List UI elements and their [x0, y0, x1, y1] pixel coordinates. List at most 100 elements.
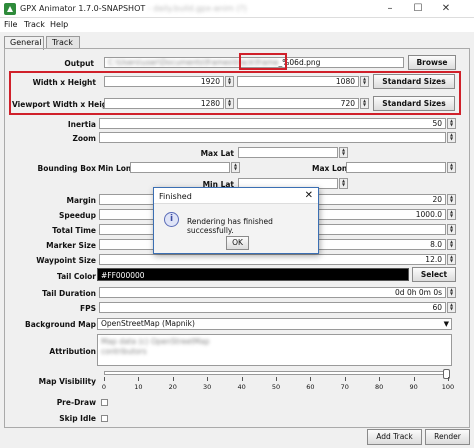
slider-tick [448, 377, 449, 381]
menu-help[interactable]: Help [50, 20, 68, 29]
slider-tick-label: 70 [340, 383, 349, 391]
slider-tick-label: 60 [306, 383, 315, 391]
total-time-spinner[interactable]: ▲ ▼ [447, 224, 456, 235]
max-lat-field[interactable] [238, 147, 338, 158]
viewport-standard-sizes-button[interactable]: Standard Sizes [373, 96, 455, 111]
waypoint-size-spinner[interactable]: ▲ ▼ [447, 254, 456, 265]
slider-tick-label: 40 [237, 383, 246, 391]
tail-color-label: Tail Color [56, 272, 96, 281]
slider-tick [104, 377, 105, 381]
menu-file[interactable]: File [4, 20, 17, 29]
width-field[interactable]: 1920 [104, 76, 224, 87]
background-map-select[interactable]: OpenStreetMap (Mapnik) ▼ [97, 318, 452, 330]
max-lat-spinner[interactable]: ▲ ▼ [339, 147, 348, 158]
slider-tick-label: 80 [375, 383, 384, 391]
height-spinner[interactable]: ▲ ▼ [360, 76, 369, 87]
dialog-title-bar: Finished ✕ [154, 188, 318, 204]
max-lat-label: Max Lat [200, 149, 234, 158]
skip-idle-checkbox[interactable] [101, 415, 108, 422]
min-lon-field[interactable] [130, 162, 230, 173]
speedup-label: Speedup [58, 211, 96, 220]
output-label: Output [64, 59, 94, 68]
slider-tick-label: 30 [203, 383, 212, 391]
width-spinner[interactable]: ▲ ▼ [225, 76, 234, 87]
close-icon[interactable]: ✕ [305, 190, 313, 201]
max-lon-label: Max Lon [312, 164, 348, 173]
dialog-title: Finished [159, 192, 192, 201]
speedup-spinner[interactable]: ▲ ▼ [447, 209, 456, 220]
slider-tick [344, 377, 346, 381]
marker-size-label: Marker Size [46, 241, 96, 250]
map-visibility-label: Map Visibility [38, 377, 96, 386]
slider-tick [138, 377, 140, 381]
fps-spinner[interactable]: ▲ ▼ [447, 302, 456, 313]
attribution-textarea[interactable]: Map data (c) OpenStreetMap contributors [97, 334, 452, 366]
viewport-width-field[interactable]: 1280 [104, 98, 224, 109]
tail-duration-field[interactable]: 0d 0h 0m 0s [99, 287, 446, 298]
zoom-label: Zoom [72, 134, 96, 143]
min-lat-spinner[interactable]: ▲ ▼ [339, 178, 348, 189]
add-track-button[interactable]: Add Track [367, 429, 422, 445]
select-color-button[interactable]: Select [412, 267, 456, 282]
slider-tick-label: 100 [441, 383, 455, 391]
standard-sizes-button[interactable]: Standard Sizes [373, 74, 455, 89]
render-button[interactable]: Render [425, 429, 470, 445]
browse-button[interactable]: Browse [408, 55, 456, 70]
bounding-box-label: Bounding Box [37, 164, 96, 173]
waypoint-size-label: Waypoint Size [36, 256, 96, 265]
slider-tick-label: 50 [271, 383, 281, 391]
menu-bar: File Track Help [0, 18, 474, 32]
slider-tick [310, 377, 312, 381]
margin-label: Margin [66, 196, 96, 205]
width-height-label: Width x Height [32, 78, 96, 87]
menu-track[interactable]: Track [24, 20, 45, 29]
viewport-label: Viewport Width x Height [12, 100, 117, 109]
height-field[interactable]: 1080 [237, 76, 359, 87]
slider-tick [276, 377, 277, 381]
slider-tick [241, 377, 243, 381]
background-map-label: Background Map [25, 320, 96, 329]
min-lon-spinner[interactable]: ▲ ▼ [231, 162, 240, 173]
margin-spinner[interactable]: ▲ ▼ [447, 194, 456, 205]
fps-field[interactable]: 60 [99, 302, 446, 313]
zoom-spinner[interactable]: ▲ ▼ [447, 132, 456, 143]
attribution-label: Attribution [49, 347, 96, 356]
slider-tick-label: 10 [134, 383, 143, 391]
info-icon: i [164, 212, 179, 227]
ok-button[interactable]: OK [226, 236, 249, 250]
minimize-icon[interactable]: – [376, 1, 404, 17]
inertia-field[interactable]: 50 [99, 118, 446, 129]
slider-tick [379, 377, 381, 381]
app-icon [4, 3, 16, 15]
dialog-message: Rendering has finished successfully. [187, 217, 273, 235]
slider-tick-label: 20 [168, 383, 177, 391]
viewport-width-spinner[interactable]: ▲ ▼ [225, 98, 234, 109]
pre-draw-checkbox[interactable] [101, 399, 108, 406]
min-lon-label: Min Lon [98, 164, 132, 173]
title-bar: GPX Animator 1.7.0-SNAPSHOT - daily.buil… [0, 0, 474, 18]
inertia-spinner[interactable]: ▲ ▼ [447, 118, 456, 129]
output-highlight [239, 53, 287, 70]
total-time-label: Total Time [52, 226, 96, 235]
map-visibility-slider[interactable] [104, 369, 450, 379]
slider-tick-label: 90 [409, 383, 418, 391]
zoom-field[interactable] [99, 132, 446, 143]
inertia-label: Inertia [67, 120, 96, 129]
close-icon[interactable]: ✕ [432, 1, 460, 17]
slider-tick-label: 0 [101, 383, 107, 391]
max-lon-field[interactable] [346, 162, 446, 173]
pre-draw-label: Pre-Draw [56, 398, 96, 407]
viewport-height-spinner[interactable]: ▲ ▼ [360, 98, 369, 109]
window-title: GPX Animator 1.7.0-SNAPSHOT - daily.buil… [20, 4, 247, 13]
viewport-height-field[interactable]: 720 [237, 98, 359, 109]
marker-size-spinner[interactable]: ▲ ▼ [447, 239, 456, 250]
tail-color-field[interactable]: #FF000000 [97, 268, 409, 281]
skip-idle-label: Skip Idle [59, 414, 96, 423]
chevron-down-icon: ▼ [443, 320, 449, 328]
fps-label: FPS [79, 304, 96, 313]
maximize-icon[interactable]: ☐ [404, 1, 432, 17]
max-lon-spinner[interactable]: ▲ ▼ [447, 162, 456, 173]
tail-duration-spinner[interactable]: ▲ ▼ [447, 287, 456, 298]
slider-tick [413, 377, 415, 381]
waypoint-size-field[interactable]: 12.0 [99, 254, 446, 265]
